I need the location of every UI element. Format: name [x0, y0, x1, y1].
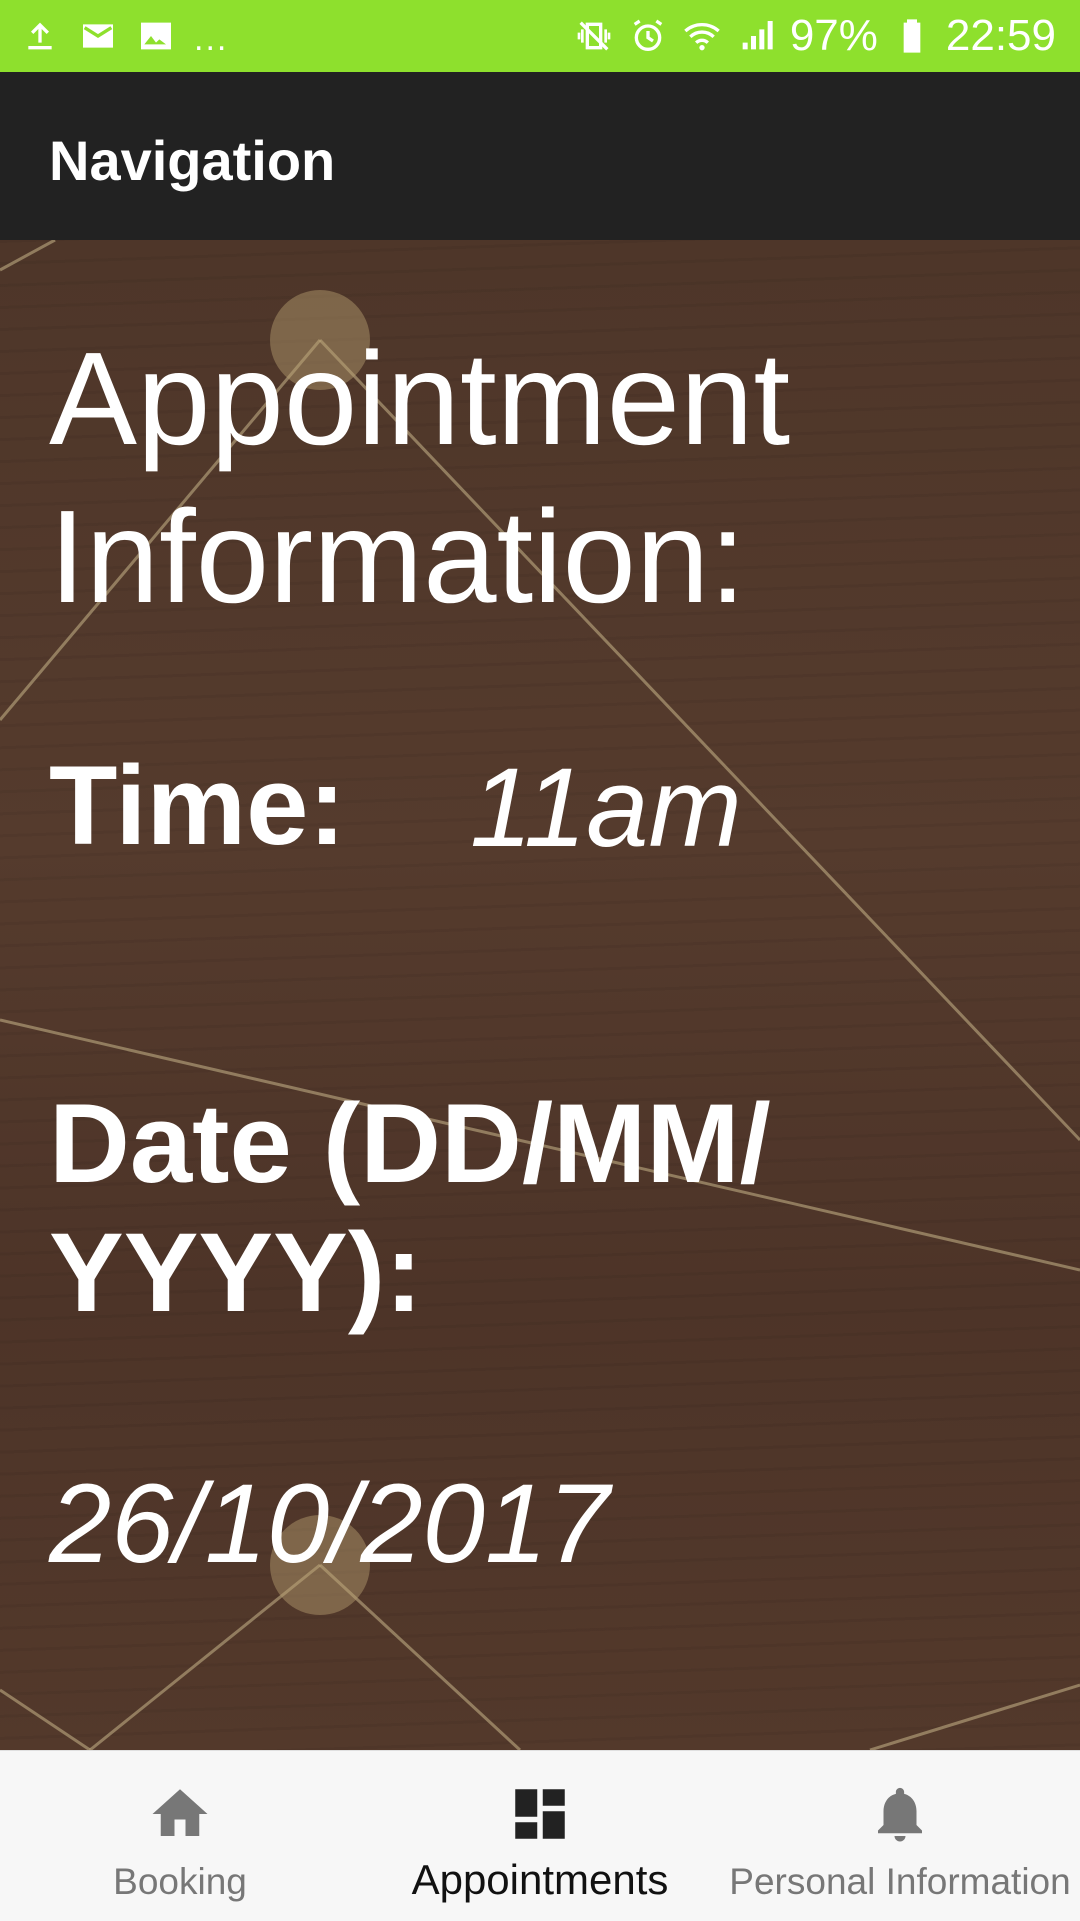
wifi-icon — [684, 23, 720, 51]
status-bar: ... 97% 22:59 — [0, 0, 1080, 72]
more-notifications: ... — [194, 20, 229, 58]
upload-icon — [28, 22, 52, 50]
dashboard-icon — [515, 1789, 565, 1839]
appointment-heading-line1: Appointment — [49, 325, 791, 472]
nav-label-booking: Booking — [113, 1861, 247, 1902]
bottom-navigation: Booking Appointments Personal Informatio… — [0, 1750, 1080, 1921]
app-bar-title: Navigation — [49, 129, 336, 192]
status-system: 97% 22:59 — [574, 0, 1056, 72]
battery-percent: 97% — [789, 11, 878, 60]
bell-icon — [878, 1787, 922, 1842]
status-notifications: ... — [20, 0, 228, 72]
nav-label-personal-information: Personal Information — [729, 1861, 1071, 1902]
vibrate-icon — [577, 21, 611, 51]
nav-item-appointments[interactable]: Appointments — [360, 1751, 720, 1921]
appointment-heading: Appointment Information: — [49, 320, 790, 637]
date-label: Date (DD/MM/ YYYY): — [49, 1080, 949, 1338]
time-value: 11am — [470, 745, 742, 870]
date-value: 26/10/2017 — [49, 1461, 610, 1586]
signal-icon — [742, 21, 773, 50]
app-bar: Navigation — [0, 72, 1080, 240]
battery-icon — [903, 19, 921, 53]
time-label: Time: — [49, 743, 346, 868]
date-label-line1: Date (DD/MM/ — [49, 1081, 771, 1206]
alarm-icon — [633, 19, 663, 52]
appointment-content: Appointment Information: Time: 11am Date… — [0, 240, 1080, 1750]
mail-icon — [83, 24, 113, 48]
home-icon — [152, 1789, 208, 1836]
date-label-line2: YYYY): — [49, 1209, 423, 1335]
clock: 22:59 — [945, 11, 1056, 60]
nav-item-personal-information[interactable]: Personal Information — [720, 1751, 1080, 1921]
appointment-heading-line2: Information: — [49, 483, 746, 631]
image-icon — [141, 22, 171, 50]
nav-item-booking[interactable]: Booking — [0, 1751, 360, 1921]
nav-label-appointments: Appointments — [411, 1856, 669, 1903]
